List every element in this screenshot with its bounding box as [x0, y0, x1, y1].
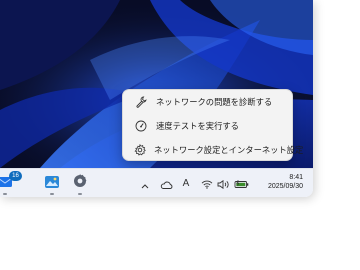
- onedrive-cloud-icon: [160, 174, 173, 193]
- chevron-up-icon: [141, 174, 149, 193]
- running-indicator: [78, 193, 82, 195]
- wifi-icon: [201, 174, 213, 193]
- clock-time: 8:41: [289, 174, 303, 181]
- wrench-icon: [134, 95, 148, 109]
- menu-item-diagnose[interactable]: ネットワークの問題を診断する: [123, 90, 292, 114]
- clock-date: 2025/09/30: [267, 183, 303, 190]
- taskbar-app-mail[interactable]: 16: [0, 171, 22, 195]
- volume-tray-button[interactable]: [216, 169, 230, 197]
- input-indicator[interactable]: A: [180, 169, 192, 197]
- desktop-wallpaper: ネットワークの問題を診断する 速度テストを実行する ネットワーク設定とインターネ…: [0, 0, 313, 168]
- running-indicator: [50, 193, 54, 195]
- menu-item-label: 速度テストを実行する: [156, 121, 239, 131]
- menu-item-network-settings[interactable]: ネットワーク設定とインターネット設定: [123, 138, 303, 162]
- battery-charging-icon: [234, 174, 249, 193]
- speedometer-icon: [134, 119, 148, 133]
- volume-icon: [217, 174, 230, 193]
- onedrive-tray-button[interactable]: [159, 169, 173, 197]
- taskbar-app-settings[interactable]: [69, 172, 91, 195]
- battery-tray-button[interactable]: [233, 169, 249, 197]
- network-tray-button[interactable]: [200, 169, 214, 197]
- show-hidden-icons-button[interactable]: [140, 169, 150, 197]
- network-context-menu: ネットワークの問題を診断する 速度テストを実行する ネットワーク設定とインターネ…: [122, 89, 303, 162]
- menu-item-speed-test[interactable]: 速度テストを実行する: [123, 114, 292, 138]
- desktop-window: ネットワークの問題を診断する 速度テストを実行する ネットワーク設定とインターネ…: [0, 0, 313, 197]
- taskbar: 16 A 8:41 2025/09/30: [0, 168, 313, 197]
- taskbar-clock[interactable]: 8:41 2025/09/30: [251, 173, 303, 191]
- gear-icon: [134, 143, 146, 157]
- running-indicator: [3, 193, 7, 195]
- taskbar-app-photos[interactable]: [41, 172, 63, 195]
- menu-item-label: ネットワーク設定とインターネット設定: [154, 145, 304, 155]
- photos-app-icon: [44, 174, 60, 193]
- settings-app-icon: [72, 173, 88, 193]
- menu-item-label: ネットワークの問題を診断する: [156, 97, 273, 107]
- notification-badge: 16: [9, 171, 22, 181]
